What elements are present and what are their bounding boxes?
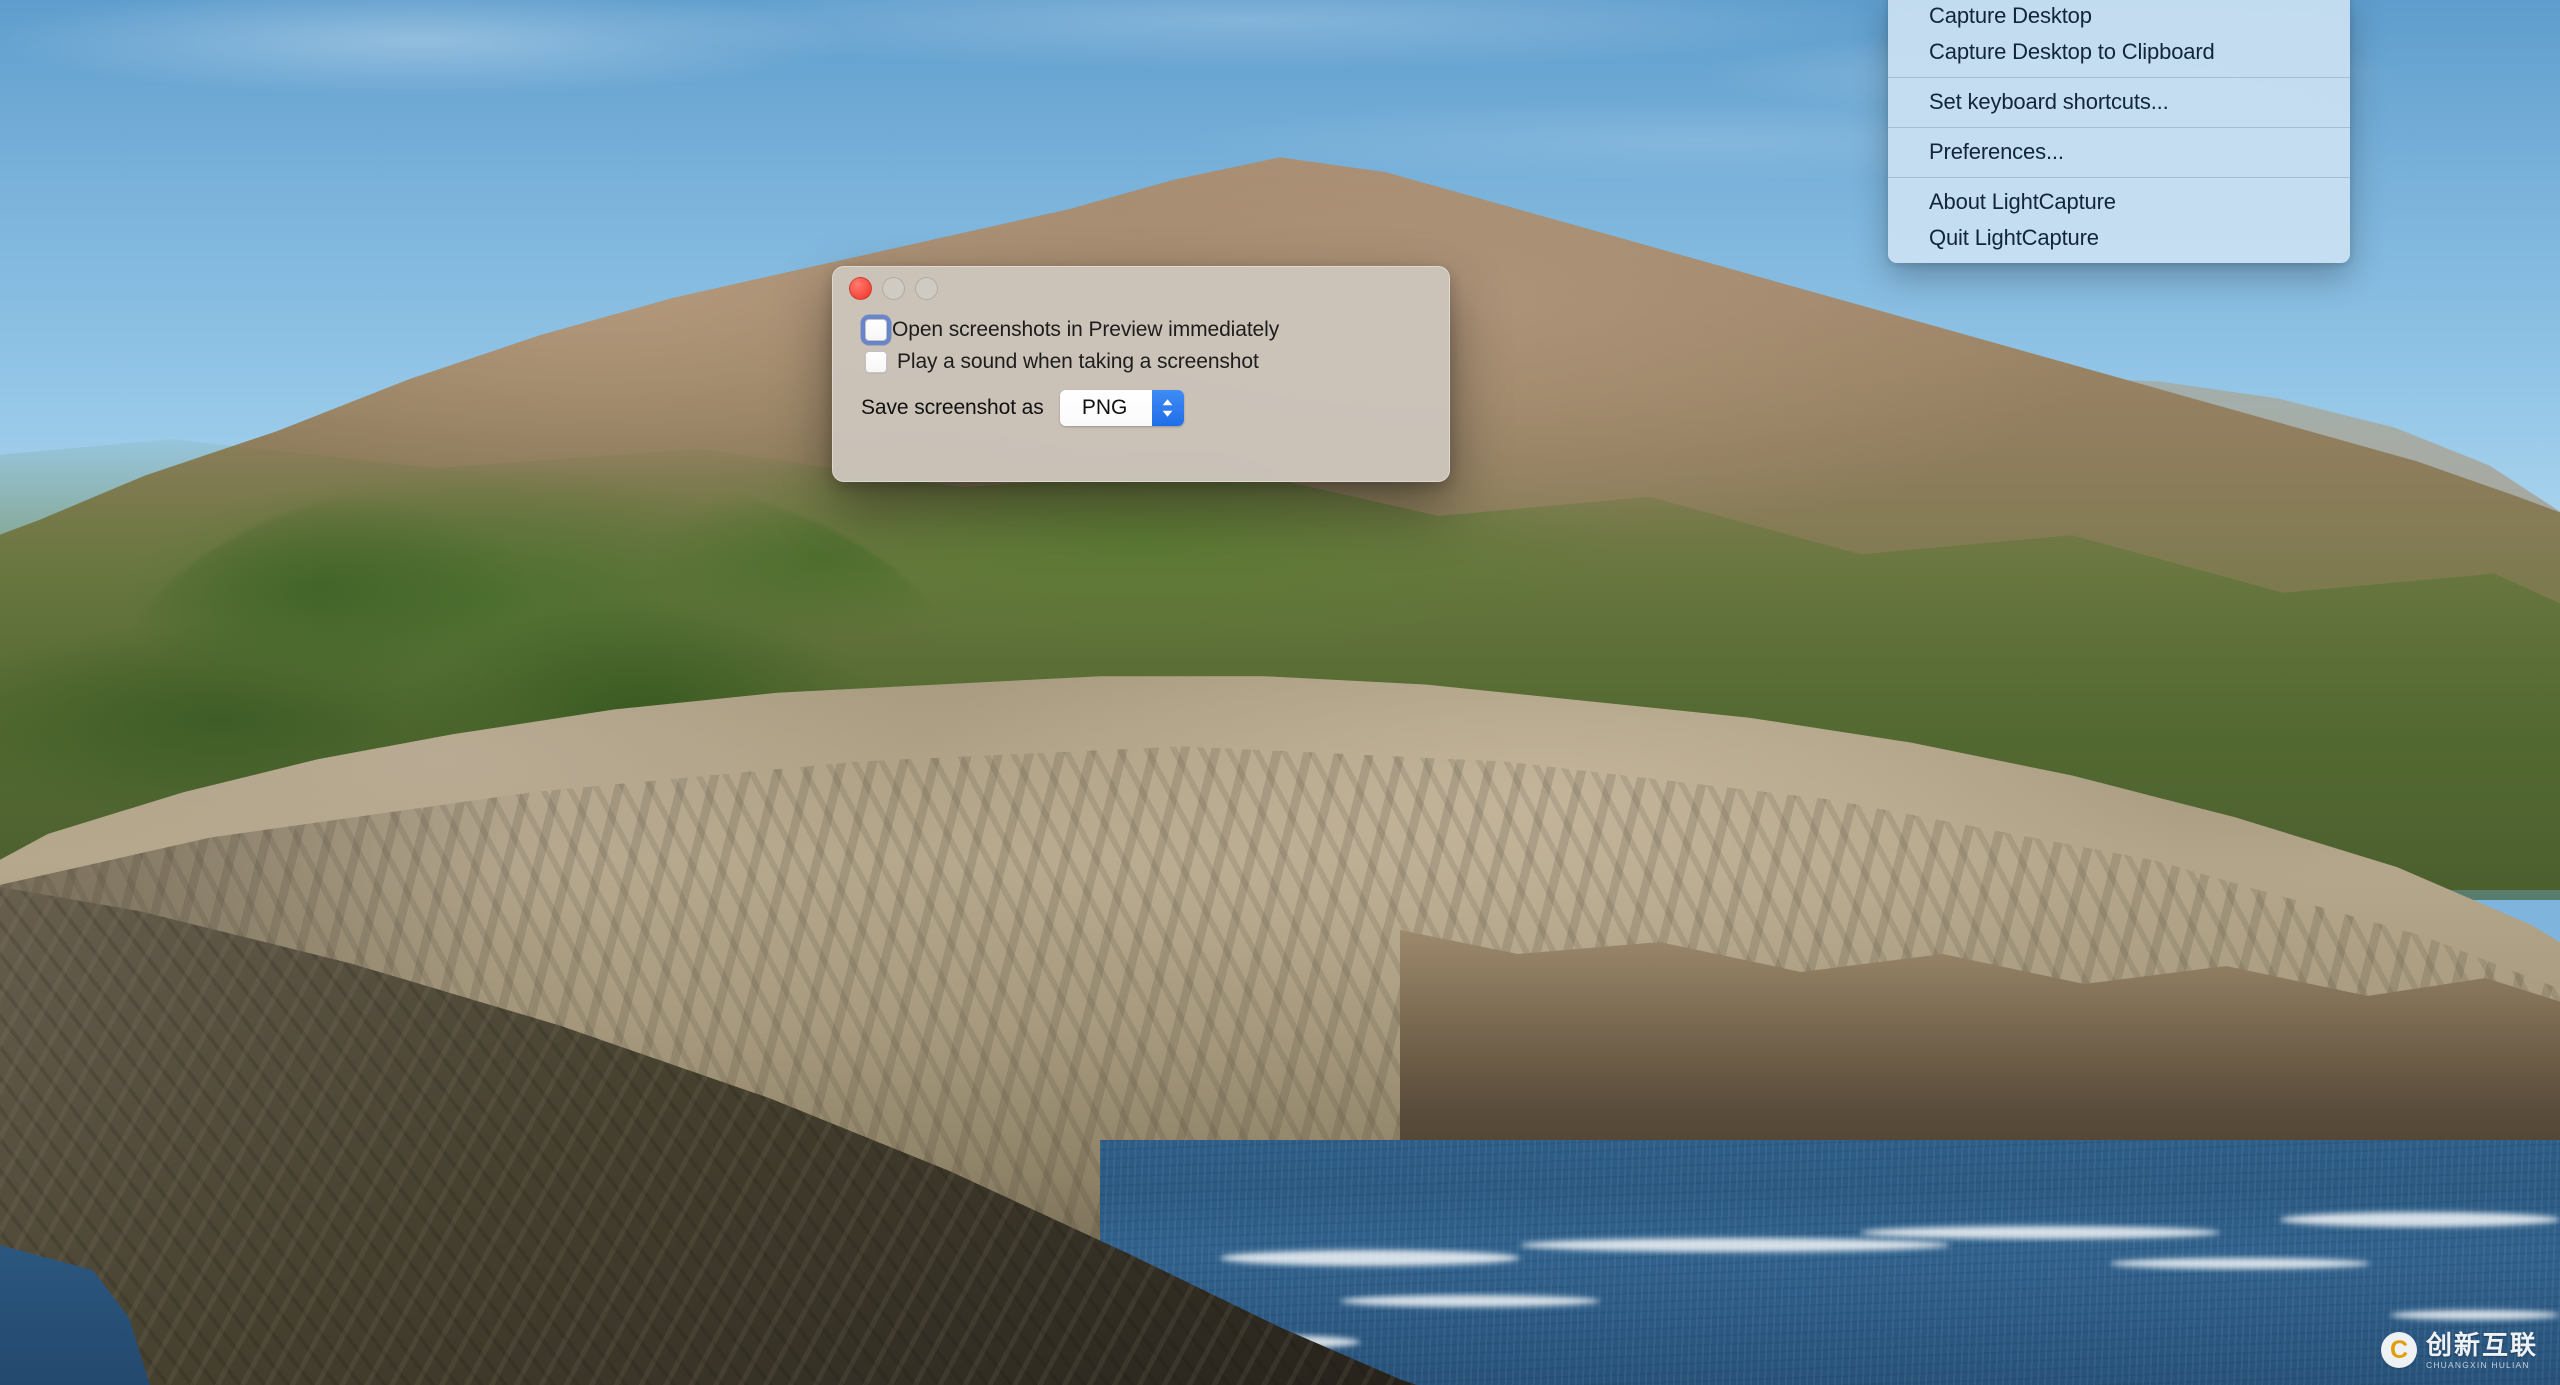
menu-item-set-keyboard-shortcuts[interactable]: Set keyboard shortcuts...	[1888, 84, 2350, 120]
menu-item-about-lightcapture[interactable]: About LightCapture	[1888, 184, 2350, 220]
watermark-logo-icon: C	[2380, 1332, 2417, 1369]
zoom-window-button[interactable]	[915, 276, 938, 300]
menu-item-label: Set keyboard shortcuts...	[1929, 89, 2169, 114]
menu-group-preferences: Preferences...	[1888, 134, 2350, 170]
preference-row-save-format: Save screenshot as PNG	[861, 390, 1449, 426]
menu-separator	[1888, 77, 2350, 78]
close-window-button[interactable]	[849, 276, 872, 300]
minimize-window-button[interactable]	[882, 276, 905, 300]
menu-item-preferences[interactable]: Preferences...	[1888, 134, 2350, 170]
menu-separator	[1888, 127, 2350, 128]
preferences-body: Open screenshots in Preview immediately …	[833, 309, 1449, 426]
watermark-logo-glyph: C	[2389, 1335, 2409, 1364]
menu-item-capture-desktop[interactable]: Capture Desktop	[1888, 0, 2350, 34]
menu-item-label: Capture Desktop to Clipboard	[1929, 39, 2215, 64]
desktop-background: Open screenshots in Preview immediately …	[0, 0, 2560, 1385]
status-bar-menu[interactable]: Capture Desktop Capture Desktop to Clipb…	[1888, 0, 2350, 263]
play-sound-checkbox-wrap[interactable]	[861, 347, 891, 377]
menu-item-label: Quit LightCapture	[1929, 225, 2099, 250]
watermark-text: 创新互联 CHUANGXIN HULIAN	[2426, 1332, 2538, 1370]
window-titlebar[interactable]	[833, 267, 1449, 309]
open-in-preview-checkbox-focus-ring[interactable]	[861, 315, 891, 345]
play-sound-label: Play a sound when taking a screenshot	[897, 350, 1259, 373]
menu-item-label: About LightCapture	[1929, 189, 2116, 214]
open-in-preview-label: Open screenshots in Preview immediately	[892, 318, 1280, 341]
menu-group-app: About LightCapture Quit LightCapture	[1888, 184, 2350, 256]
save-format-select[interactable]: PNG	[1059, 390, 1184, 426]
stepper-arrows-icon[interactable]	[1151, 390, 1184, 426]
watermark-name-pinyin: CHUANGXIN HULIAN	[2425, 1359, 2530, 1370]
watermark-name-cn: 创新互联	[2425, 1329, 2538, 1360]
preference-row-open-in-preview[interactable]: Open screenshots in Preview immediately	[861, 315, 1449, 345]
open-in-preview-checkbox[interactable]	[865, 319, 887, 341]
save-format-label: Save screenshot as	[861, 396, 1044, 419]
preference-row-play-sound[interactable]: Play a sound when taking a screenshot	[861, 347, 1449, 377]
watermark: C 创新互联 CHUANGXIN HULIAN	[2380, 1332, 2538, 1370]
menu-item-label: Capture Desktop	[1929, 3, 2092, 28]
menu-item-capture-desktop-to-clipboard[interactable]: Capture Desktop to Clipboard	[1888, 34, 2350, 70]
preferences-window[interactable]: Open screenshots in Preview immediately …	[832, 266, 1450, 482]
menu-item-label: Preferences...	[1929, 139, 2064, 164]
menu-item-quit-lightcapture[interactable]: Quit LightCapture	[1888, 220, 2350, 256]
save-format-selected-value: PNG	[1059, 390, 1152, 426]
menu-group-shortcuts: Set keyboard shortcuts...	[1888, 84, 2350, 120]
play-sound-checkbox[interactable]	[865, 351, 887, 373]
menu-separator	[1888, 177, 2350, 178]
menu-group-capture: Capture Desktop Capture Desktop to Clipb…	[1888, 0, 2350, 70]
